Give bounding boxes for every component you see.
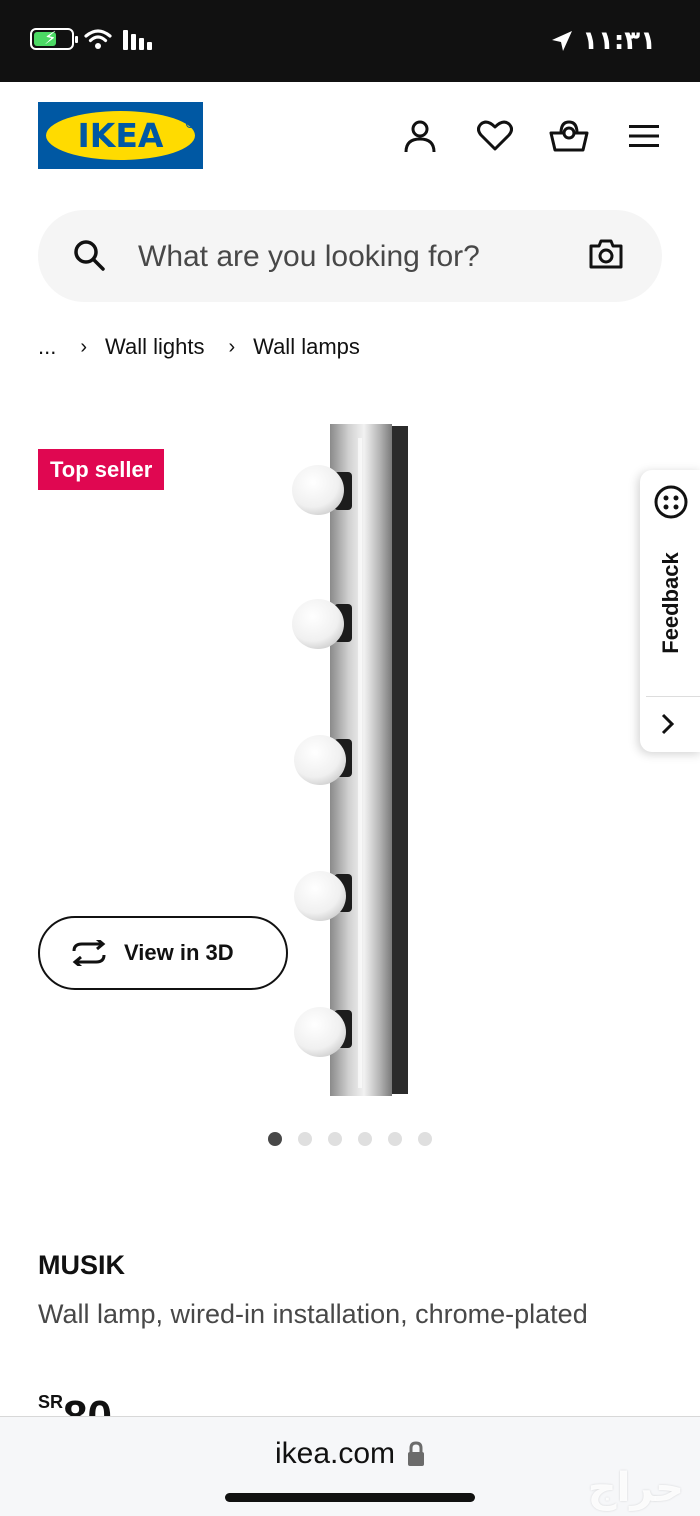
breadcrumb-wall-lights[interactable]: Wall lights [105, 334, 204, 360]
lock-icon [408, 1441, 425, 1466]
ikea-logo[interactable]: IKEA [38, 102, 203, 169]
product-image[interactable] [288, 424, 418, 1100]
smiley-icon [654, 485, 688, 519]
chevron-right-icon[interactable] [660, 712, 676, 736]
chevron-right-icon: › [80, 335, 88, 358]
divider [646, 696, 700, 697]
search-icon [74, 240, 105, 271]
site-header: IKEA [0, 82, 700, 202]
product-name: MUSIK [38, 1250, 125, 1280]
heart-icon[interactable] [475, 116, 515, 156]
price-value: 80 [63, 1392, 112, 1416]
view-in-3d-label: View in 3D [124, 940, 234, 965]
carousel-dot[interactable] [268, 1132, 282, 1146]
top-seller-badge: Top seller [38, 449, 165, 490]
breadcrumb: ... › Wall lights › Wall lamps [38, 334, 360, 360]
image-carousel-dots [268, 1132, 432, 1146]
signal-icon [123, 30, 152, 50]
breadcrumb-wall-lamps[interactable]: Wall lamps [253, 334, 360, 360]
status-left: ⚡ [30, 28, 152, 50]
battery-charging-icon: ⚡ [30, 28, 78, 50]
status-time: ١١:٣١ [582, 26, 656, 56]
account-icon[interactable] [400, 116, 440, 156]
product-description: Wall lamp, wired-in installation, chrome… [38, 1299, 588, 1329]
basket-icon[interactable] [549, 116, 589, 156]
browser-address-bar: ikea.com حراج [0, 1416, 700, 1516]
feedback-label-wrap: Feedback [649, 550, 689, 660]
carousel-dot[interactable] [298, 1132, 312, 1146]
status-bar: ⚡ ١١:٣١ [0, 0, 700, 82]
feedback-label: Feedback [658, 552, 683, 654]
search-bar[interactable]: What are you looking for? [38, 210, 662, 302]
price-currency: SR [38, 1392, 64, 1412]
rotate-3d-icon [72, 940, 106, 966]
status-right: ١١:٣١ [550, 26, 656, 56]
wifi-icon [84, 29, 112, 49]
carousel-dot[interactable] [388, 1132, 402, 1146]
breadcrumb-ellipsis[interactable]: ... [38, 334, 56, 360]
carousel-dot[interactable] [328, 1132, 342, 1146]
carousel-dot[interactable] [358, 1132, 372, 1146]
logo-text: IKEA [77, 116, 164, 155]
menu-icon[interactable] [624, 116, 664, 156]
carousel-dot[interactable] [418, 1132, 432, 1146]
location-arrow-icon [552, 31, 573, 51]
view-in-3d-button[interactable]: View in 3D [38, 916, 288, 990]
search-input[interactable]: What are you looking for? [138, 240, 480, 274]
chevron-right-icon: › [228, 335, 236, 358]
feedback-tab[interactable]: Feedback [640, 470, 700, 752]
product-price: SR80 [38, 1392, 112, 1416]
camera-icon[interactable] [588, 238, 624, 270]
url-text: ikea.com [274, 1437, 396, 1470]
home-indicator[interactable] [225, 1493, 475, 1502]
watermark: حراج [587, 1465, 684, 1511]
